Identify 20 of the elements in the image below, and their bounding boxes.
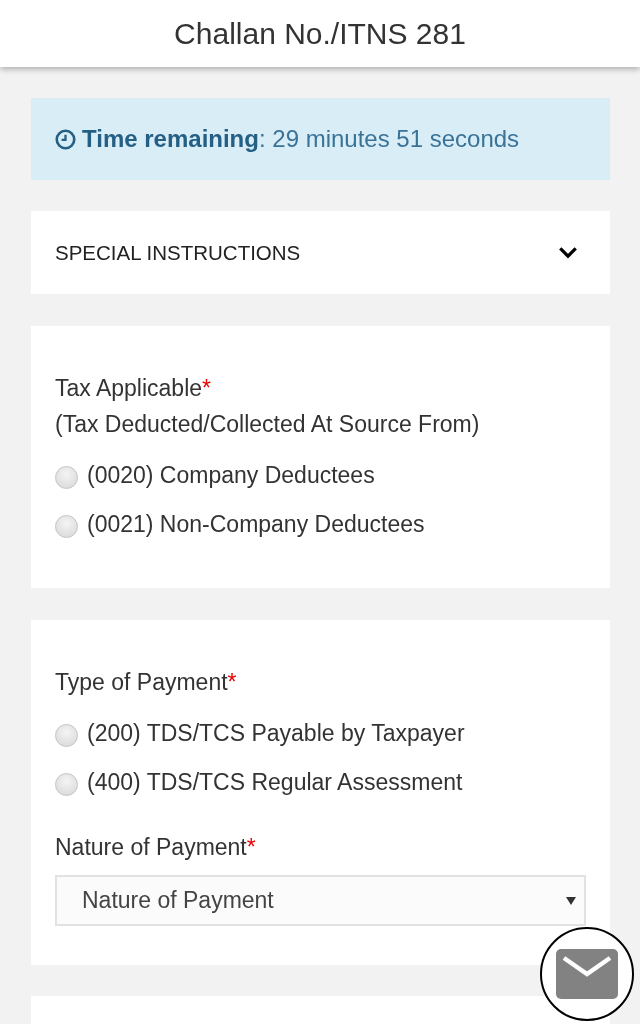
clock-icon <box>55 128 76 150</box>
radio-button[interactable] <box>55 724 78 747</box>
radio-label[interactable]: (200) TDS/TCS Payable by Taxpayer <box>87 720 465 747</box>
radio-button[interactable] <box>55 773 78 796</box>
field-sublabel: (Tax Deducted/Collected At Source From) <box>55 410 481 439</box>
nature-of-payment-dropdown[interactable]: Nature of Payment <box>55 875 586 926</box>
radio-label[interactable]: (400) TDS/TCS Regular Assessment <box>87 769 463 796</box>
field-label: Nature of Payment* <box>55 833 257 862</box>
timer-text: Time remaining: 29 minutes 51 seconds <box>82 125 520 153</box>
instructions-title: SPECIAL INSTRUCTIONS <box>55 240 301 265</box>
radio-button[interactable] <box>55 515 78 538</box>
envelope-icon <box>556 949 618 999</box>
field-label: Type of Payment* <box>55 668 238 697</box>
field-label: Tax Applicable* <box>55 374 212 403</box>
caret-icon <box>566 896 576 905</box>
page-title: Challan No./ITNS 281 <box>174 16 466 51</box>
instructions-panel[interactable]: SPECIAL INSTRUCTIONS <box>31 211 610 294</box>
radio-button[interactable] <box>55 466 78 489</box>
radio-label[interactable]: (0020) Company Deductees <box>87 462 375 489</box>
radio-label[interactable]: (0021) Non-Company Deductees <box>87 511 425 538</box>
